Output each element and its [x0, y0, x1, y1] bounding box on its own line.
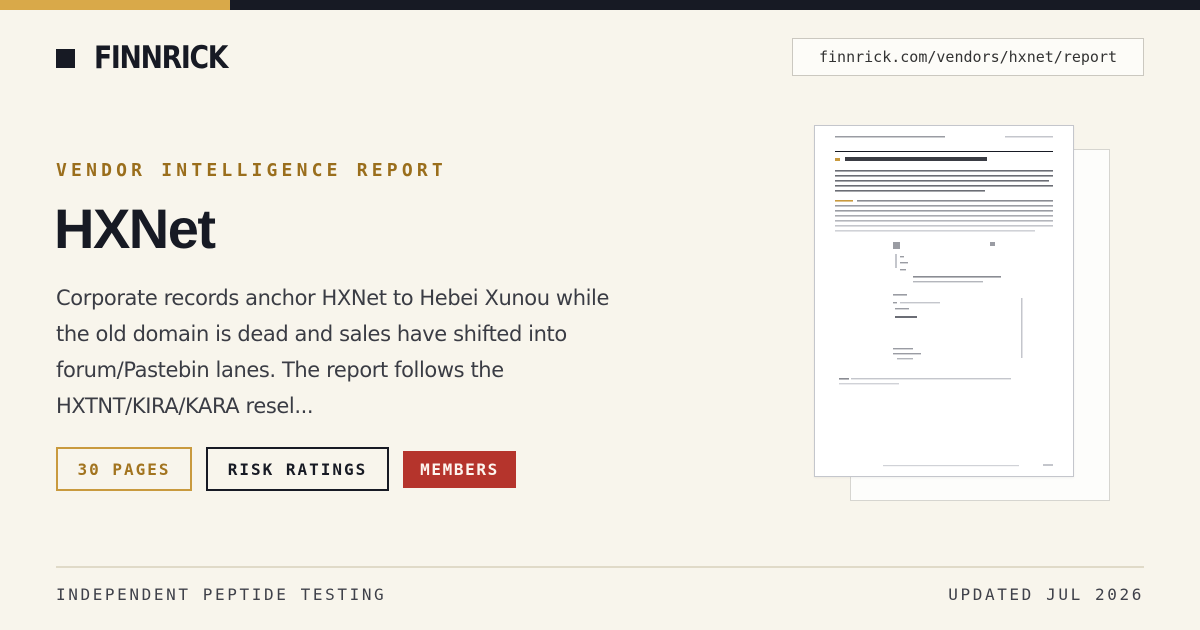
url-box[interactable]: finnrick.com/vendors/hxnet/report: [792, 38, 1144, 76]
page-title: HXNet: [54, 197, 216, 260]
eyebrow-label: VENDOR INTELLIGENCE REPORT: [56, 160, 447, 181]
brand-name: FINNRICK: [94, 40, 228, 76]
badge-row: 30 PAGES RISK RATINGS MEMBERS: [56, 447, 516, 491]
report-page-thumbnail: [835, 136, 1053, 467]
top-bar-accent: [0, 0, 230, 10]
footer-tagline: INDEPENDENT PEPTIDE TESTING: [56, 585, 387, 604]
risk-ratings-badge: RISK RATINGS: [206, 447, 389, 491]
brand-logo[interactable]: FINNRICK: [56, 38, 249, 78]
members-badge: MEMBERS: [403, 450, 516, 488]
pages-badge: 30 PAGES: [56, 447, 192, 491]
footer-divider: [56, 566, 1144, 568]
description: Corporate records anchor HXNet to Hebei …: [56, 286, 609, 418]
footer-updated-date: UPDATED JUL 2026: [948, 585, 1144, 604]
report-page-preview: [814, 125, 1074, 477]
square-logo-icon: [56, 48, 75, 68]
